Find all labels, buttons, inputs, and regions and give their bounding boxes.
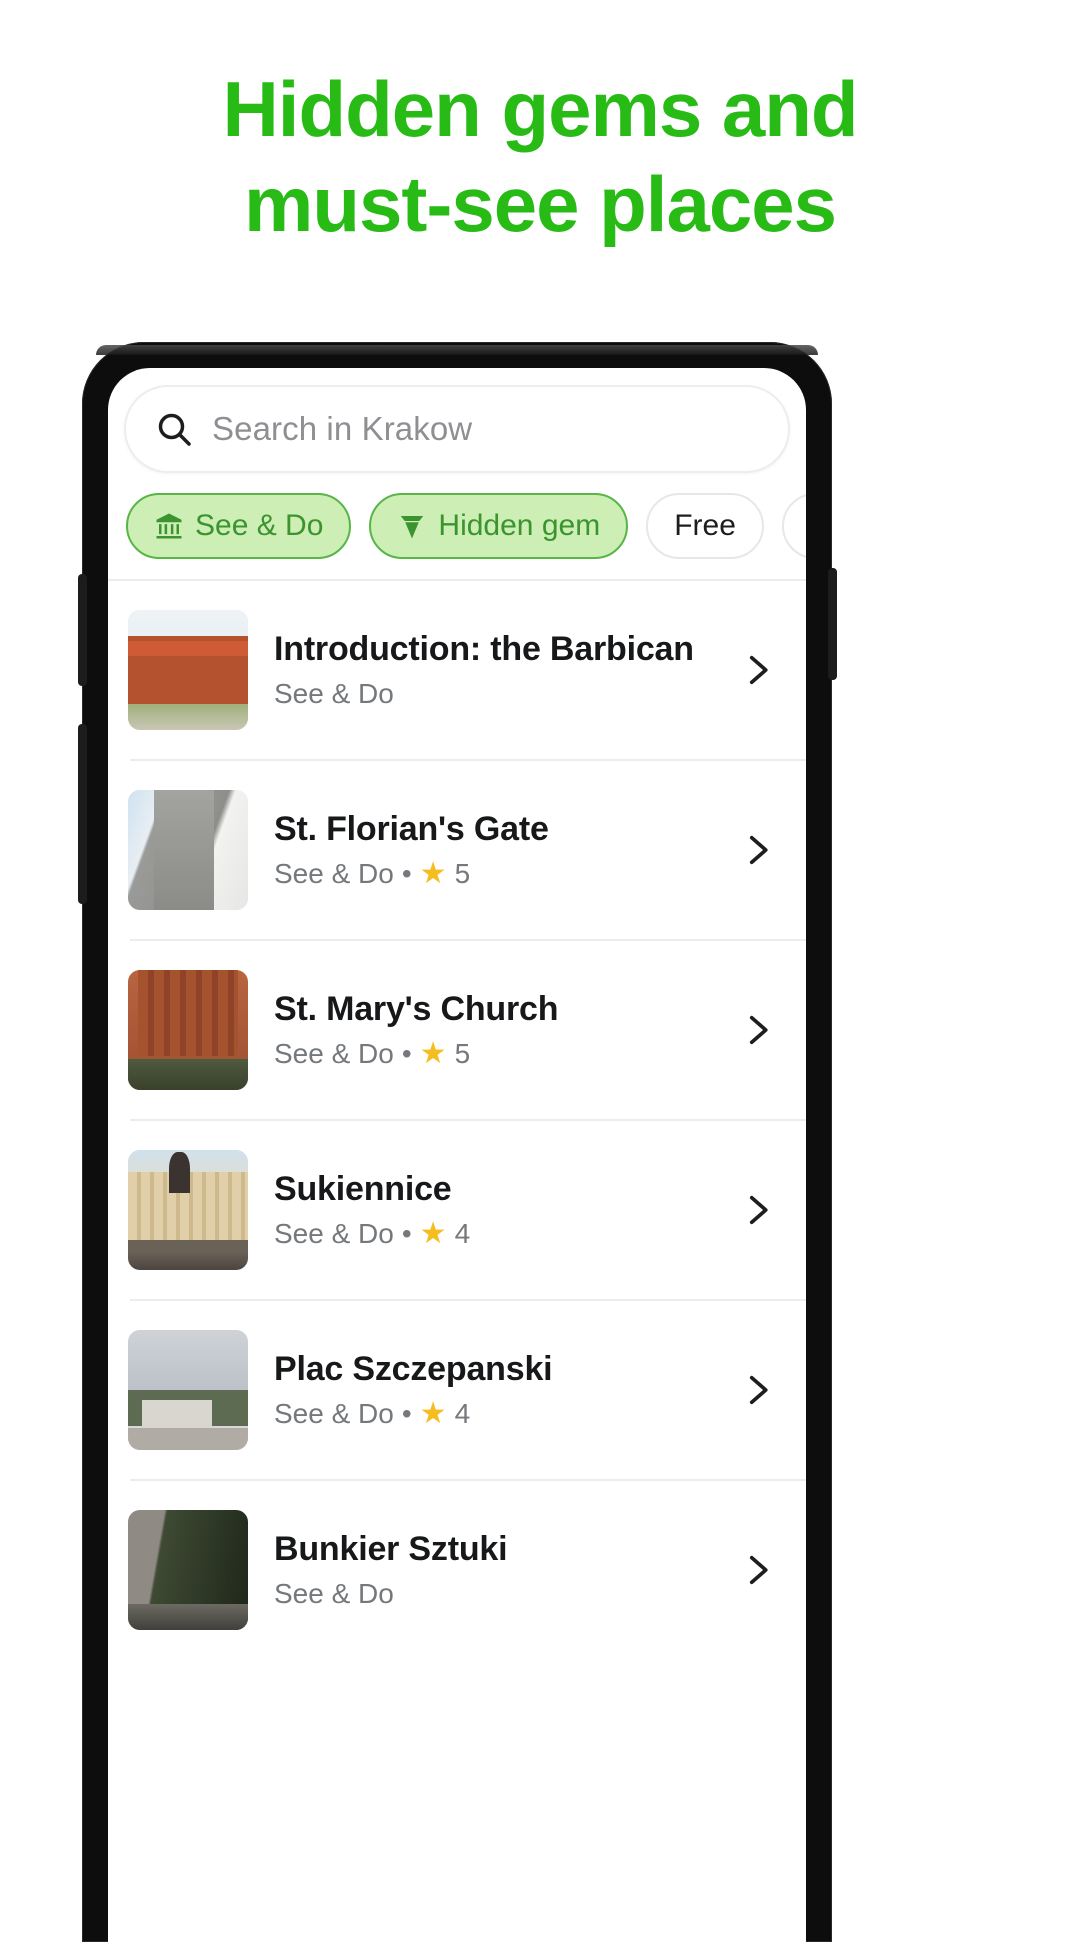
place-subtitle: See & Do • ★ 5 [274, 1038, 710, 1070]
list-item[interactable]: St. Mary's Church See & Do • ★ 5 [108, 941, 806, 1119]
list-item-text: Introduction: the Barbican See & Do [274, 630, 710, 710]
list-item[interactable]: St. Florian's Gate See & Do • ★ 5 [108, 761, 806, 939]
power-button[interactable] [828, 568, 837, 680]
place-rating: 4 [454, 1398, 471, 1429]
place-category: See & Do [274, 678, 394, 709]
chevron-right-icon[interactable] [736, 1009, 778, 1051]
list-item-text: St. Mary's Church See & Do • ★ 5 [274, 990, 710, 1070]
diamond-icon [397, 511, 427, 541]
place-subtitle: See & Do [274, 678, 710, 710]
place-thumbnail [128, 790, 248, 910]
place-category: See & Do [274, 1578, 394, 1609]
headline-line-1: Hidden gems and [222, 65, 858, 153]
list-item[interactable]: Introduction: the Barbican See & Do [108, 581, 806, 759]
place-category: See & Do [274, 1398, 394, 1429]
list-item-text: St. Florian's Gate See & Do • ★ 5 [274, 810, 710, 890]
filter-chip-label: See & Do [195, 509, 324, 542]
place-subtitle: See & Do [274, 1578, 710, 1610]
headline-line-2: must-see places [244, 160, 837, 249]
place-thumbnail [128, 1330, 248, 1450]
place-rating: 4 [454, 1218, 471, 1249]
place-rating: 5 [454, 1038, 471, 1069]
star-icon: ★ [419, 1397, 447, 1430]
search-icon [154, 409, 194, 449]
place-thumbnail [128, 1510, 248, 1630]
list-item[interactable]: Bunkier Sztuki See & Do [108, 1481, 806, 1659]
chevron-right-icon[interactable] [736, 829, 778, 871]
place-category: See & Do [274, 858, 394, 889]
star-icon: ★ [419, 857, 447, 890]
place-subtitle: See & Do • ★ 4 [274, 1398, 710, 1430]
filter-chip-free[interactable]: Free [646, 493, 764, 559]
place-title: Introduction: the Barbican [274, 630, 694, 668]
phone-frame: Search in Krakow See & Do Hidden gem Fre… [78, 342, 837, 1942]
chevron-right-icon[interactable] [736, 1369, 778, 1411]
place-thumbnail [128, 970, 248, 1090]
place-category: See & Do [274, 1038, 394, 1069]
filter-chip-see-and-do[interactable]: See & Do [126, 493, 352, 559]
star-icon: ★ [419, 1217, 447, 1250]
place-rating: 5 [454, 858, 471, 889]
place-title: St. Florian's Gate [274, 810, 549, 848]
separator-dot: • [401, 1038, 412, 1069]
filter-chip-hidden-gem[interactable]: Hidden gem [369, 493, 629, 559]
places-list: Introduction: the Barbican See & Do St. … [108, 581, 806, 1659]
filter-chip-eat[interactable]: Eat [781, 493, 806, 559]
place-category: See & Do [274, 1218, 394, 1249]
search-placeholder: Search in Krakow [212, 410, 473, 447]
place-subtitle: See & Do • ★ 5 [274, 858, 710, 890]
search-input[interactable]: Search in Krakow [124, 385, 790, 473]
separator-dot: • [401, 1398, 412, 1429]
filter-chips[interactable]: See & Do Hidden gem Free [108, 493, 806, 559]
headline: Hidden gems and must-see places [0, 0, 1080, 252]
place-thumbnail [128, 1150, 248, 1270]
place-thumbnail [128, 610, 248, 730]
phone-screen: Search in Krakow See & Do Hidden gem Fre… [108, 368, 806, 1942]
place-title: Plac Szczepanski [274, 1350, 553, 1388]
list-item-text: Sukiennice See & Do • ★ 4 [274, 1170, 710, 1250]
volume-down-button[interactable] [78, 724, 87, 904]
chevron-right-icon[interactable] [736, 649, 778, 691]
museum-icon [154, 511, 184, 541]
place-title: Sukiennice [274, 1170, 452, 1208]
place-title: St. Mary's Church [274, 990, 559, 1028]
separator-dot: • [401, 1218, 412, 1249]
volume-up-button[interactable] [78, 574, 87, 686]
separator-dot: • [401, 858, 412, 889]
list-item-text: Plac Szczepanski See & Do • ★ 4 [274, 1350, 710, 1430]
chevron-right-icon[interactable] [736, 1549, 778, 1591]
list-item[interactable]: Sukiennice See & Do • ★ 4 [108, 1121, 806, 1299]
phone-mockup: Search in Krakow See & Do Hidden gem Fre… [78, 342, 837, 1942]
star-icon: ★ [419, 1037, 447, 1070]
place-subtitle: See & Do • ★ 4 [274, 1218, 710, 1250]
filter-chip-label: Hidden gem [438, 509, 601, 542]
filter-chip-label: Free [674, 509, 736, 542]
list-item-text: Bunkier Sztuki See & Do [274, 1530, 710, 1610]
place-title: Bunkier Sztuki [274, 1530, 508, 1568]
chevron-right-icon[interactable] [736, 1189, 778, 1231]
list-item[interactable]: Plac Szczepanski See & Do • ★ 4 [108, 1301, 806, 1479]
